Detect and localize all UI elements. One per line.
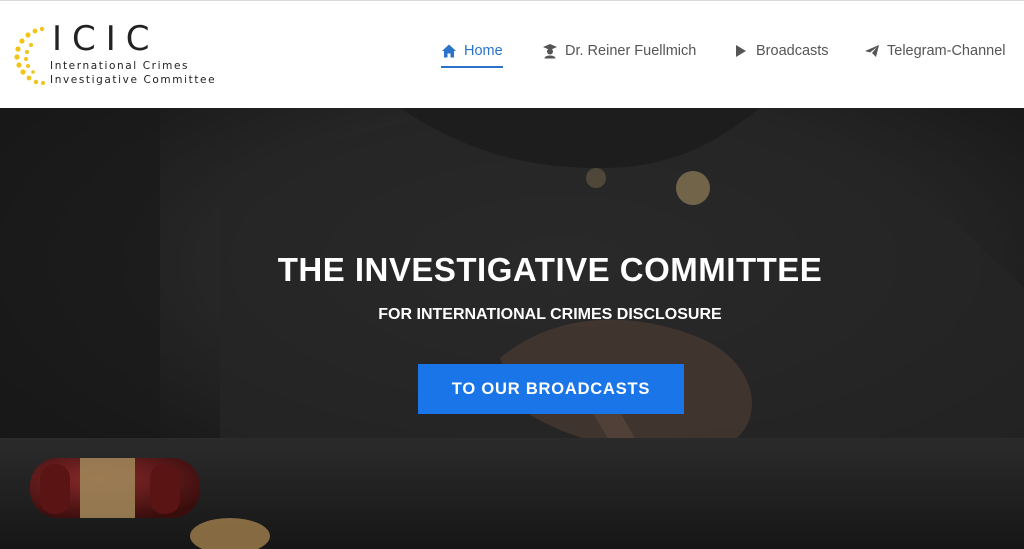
hero-banner: THE INVESTIGATIVE COMMITTEE FOR INTERNAT… [0,108,1024,549]
courtroom-background-image [0,108,1024,549]
nav-item-label: Telegram-Channel [887,43,1006,59]
graduate-icon [542,43,558,59]
nav-item-home[interactable]: Home [441,37,503,68]
home-icon [441,43,457,59]
play-icon [733,43,749,59]
broadcasts-cta-button[interactable]: TO OUR BROADCASTS [418,364,684,414]
nav-item-label: Dr. Reiner Fuellmich [565,43,697,59]
paper-plane-icon [864,43,880,59]
site-header: ICIC International Crimes Investigative … [0,0,1024,108]
nav-item-telegram[interactable]: Telegram-Channel [864,37,1005,65]
nav-item-label: Broadcasts [756,43,829,59]
main-nav: Home Dr. Reiner Fuellmich Broadcasts Tel… [0,37,1024,68]
nav-item-broadcasts[interactable]: Broadcasts [733,37,829,65]
hero-title: THE INVESTIGATIVE COMMITTEE [277,251,823,288]
nav-item-fuellmich[interactable]: Dr. Reiner Fuellmich [542,37,696,65]
hero-subtitle: FOR INTERNATIONAL CRIMES DISCLOSURE [378,306,722,323]
logo-line-2: Investigative Committee [50,74,217,86]
nav-item-label: Home [464,43,503,59]
